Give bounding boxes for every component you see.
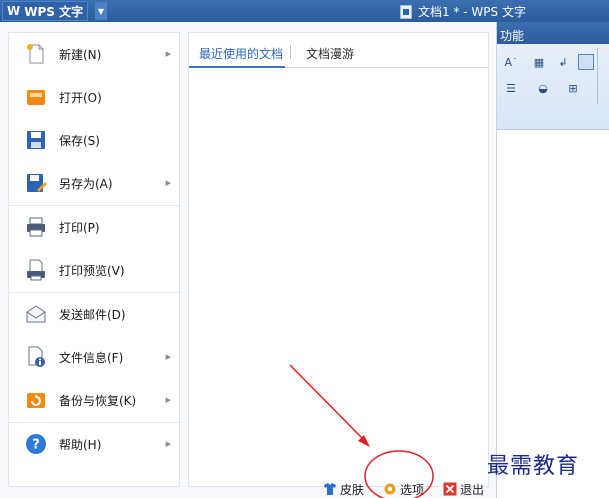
menu-item-send-mail[interactable]: 发送邮件(D) bbox=[9, 293, 179, 335]
menu-item-help[interactable]: ? 帮助(H) ▶ bbox=[9, 423, 179, 465]
gear-icon bbox=[383, 482, 397, 496]
menu-item-label: 打开(O) bbox=[59, 90, 102, 105]
menu-item-label: 帮助(H) bbox=[59, 437, 102, 452]
menu-item-label: 打印预览(V) bbox=[59, 263, 125, 278]
wps-logo-icon: W bbox=[7, 4, 21, 18]
document-title: 文档1 * - WPS 文字 bbox=[418, 5, 526, 19]
tab-divider bbox=[290, 45, 291, 59]
menu-item-save[interactable]: 保存(S) bbox=[9, 119, 179, 161]
exit-label: 退出 bbox=[460, 482, 485, 497]
open-folder-icon bbox=[27, 90, 45, 105]
watermark: 最需教育 bbox=[487, 454, 580, 479]
menu-item-label: 发送邮件(D) bbox=[59, 307, 126, 322]
borders-icon[interactable]: ⊞ bbox=[564, 80, 582, 96]
skin-label: 皮肤 bbox=[340, 482, 365, 497]
submenu-arrow-icon: ▶ bbox=[165, 440, 171, 448]
menu-item-backup-restore[interactable]: 备份与恢复(K) ▶ bbox=[9, 379, 179, 421]
document-area[interactable] bbox=[497, 130, 609, 498]
font-size-icon[interactable]: A˙ bbox=[502, 54, 520, 70]
menu-command-list: 新建(N) ▶ 打开(O) 保存(S) 另存为(A) ▶ 打印(P) 打印预览(… bbox=[8, 32, 180, 487]
options-label: 选项 bbox=[400, 482, 425, 497]
submenu-arrow-icon: ▶ bbox=[165, 179, 171, 187]
file-info-icon bbox=[28, 346, 45, 367]
recent-documents-panel: 最近使用的文档 文档漫游 bbox=[188, 32, 489, 487]
menu-item-print-preview[interactable]: 打印预览(V) bbox=[9, 249, 179, 291]
submenu-arrow-icon: ▶ bbox=[165, 396, 171, 404]
backup-folder-icon bbox=[27, 393, 45, 408]
new-document-icon bbox=[27, 44, 44, 64]
active-tab-underline bbox=[189, 66, 285, 68]
menu-item-file-info[interactable]: 文件信息(F) ▶ bbox=[9, 336, 179, 378]
exit-button[interactable]: 退出 bbox=[443, 479, 484, 498]
window-title: 文档1 * - WPS 文字 bbox=[400, 3, 526, 20]
fill-color-icon[interactable]: ◒ bbox=[534, 80, 552, 96]
tshirt-icon bbox=[323, 482, 337, 496]
app-menu-dropdown-icon[interactable]: ▼ bbox=[95, 2, 107, 20]
help-icon: ? bbox=[26, 434, 46, 454]
ribbon-tab-label[interactable]: 功能 bbox=[500, 27, 524, 44]
printer-icon bbox=[27, 217, 45, 237]
menu-item-label: 保存(S) bbox=[59, 133, 100, 148]
options-button[interactable]: 选项 bbox=[383, 479, 424, 498]
menu-item-label: 文件信息(F) bbox=[59, 350, 124, 365]
skin-button[interactable]: 皮肤 bbox=[323, 479, 364, 498]
menu-item-label: 新建(N) bbox=[59, 47, 102, 62]
app-name: WPS 文字 bbox=[24, 4, 84, 19]
save-as-icon bbox=[27, 174, 47, 192]
submenu-arrow-icon: ▶ bbox=[165, 353, 171, 361]
menu-item-save-as[interactable]: 另存为(A) ▶ bbox=[9, 162, 179, 204]
menu-item-label: 打印(P) bbox=[59, 220, 100, 235]
menu-item-label: 备份与恢复(K) bbox=[59, 393, 137, 408]
tab-recent-documents[interactable]: 最近使用的文档 bbox=[199, 45, 283, 62]
ribbon-separator bbox=[597, 48, 598, 104]
envelope-icon bbox=[26, 305, 46, 323]
menu-item-new[interactable]: 新建(N) ▶ bbox=[9, 33, 179, 75]
print-preview-icon bbox=[27, 259, 45, 281]
submenu-arrow-icon: ▶ bbox=[165, 50, 171, 58]
title-bar: W WPS 文字 ▼ 文档1 * - WPS 文字 bbox=[0, 0, 609, 22]
line-spacing-icon[interactable]: ☰ bbox=[502, 80, 520, 96]
menu-item-label: 另存为(A) bbox=[59, 176, 113, 191]
tab-document-roaming[interactable]: 文档漫游 bbox=[306, 45, 354, 62]
document-icon bbox=[400, 4, 412, 19]
border-toggle-button[interactable] bbox=[578, 54, 594, 70]
svg-text:?: ? bbox=[32, 438, 40, 453]
menu-item-print[interactable]: 打印(P) bbox=[9, 206, 179, 248]
save-icon bbox=[27, 131, 45, 149]
app-menu-panel: 新建(N) ▶ 打开(O) 保存(S) 另存为(A) ▶ 打印(P) 打印预览(… bbox=[0, 22, 497, 498]
paragraph-icon[interactable]: ↲ bbox=[554, 54, 572, 70]
app-menu-button[interactable]: W WPS 文字 bbox=[2, 1, 89, 21]
close-icon bbox=[443, 482, 457, 496]
table-icon[interactable]: ▦ bbox=[530, 54, 548, 70]
menu-item-open[interactable]: 打开(O) bbox=[9, 76, 179, 118]
